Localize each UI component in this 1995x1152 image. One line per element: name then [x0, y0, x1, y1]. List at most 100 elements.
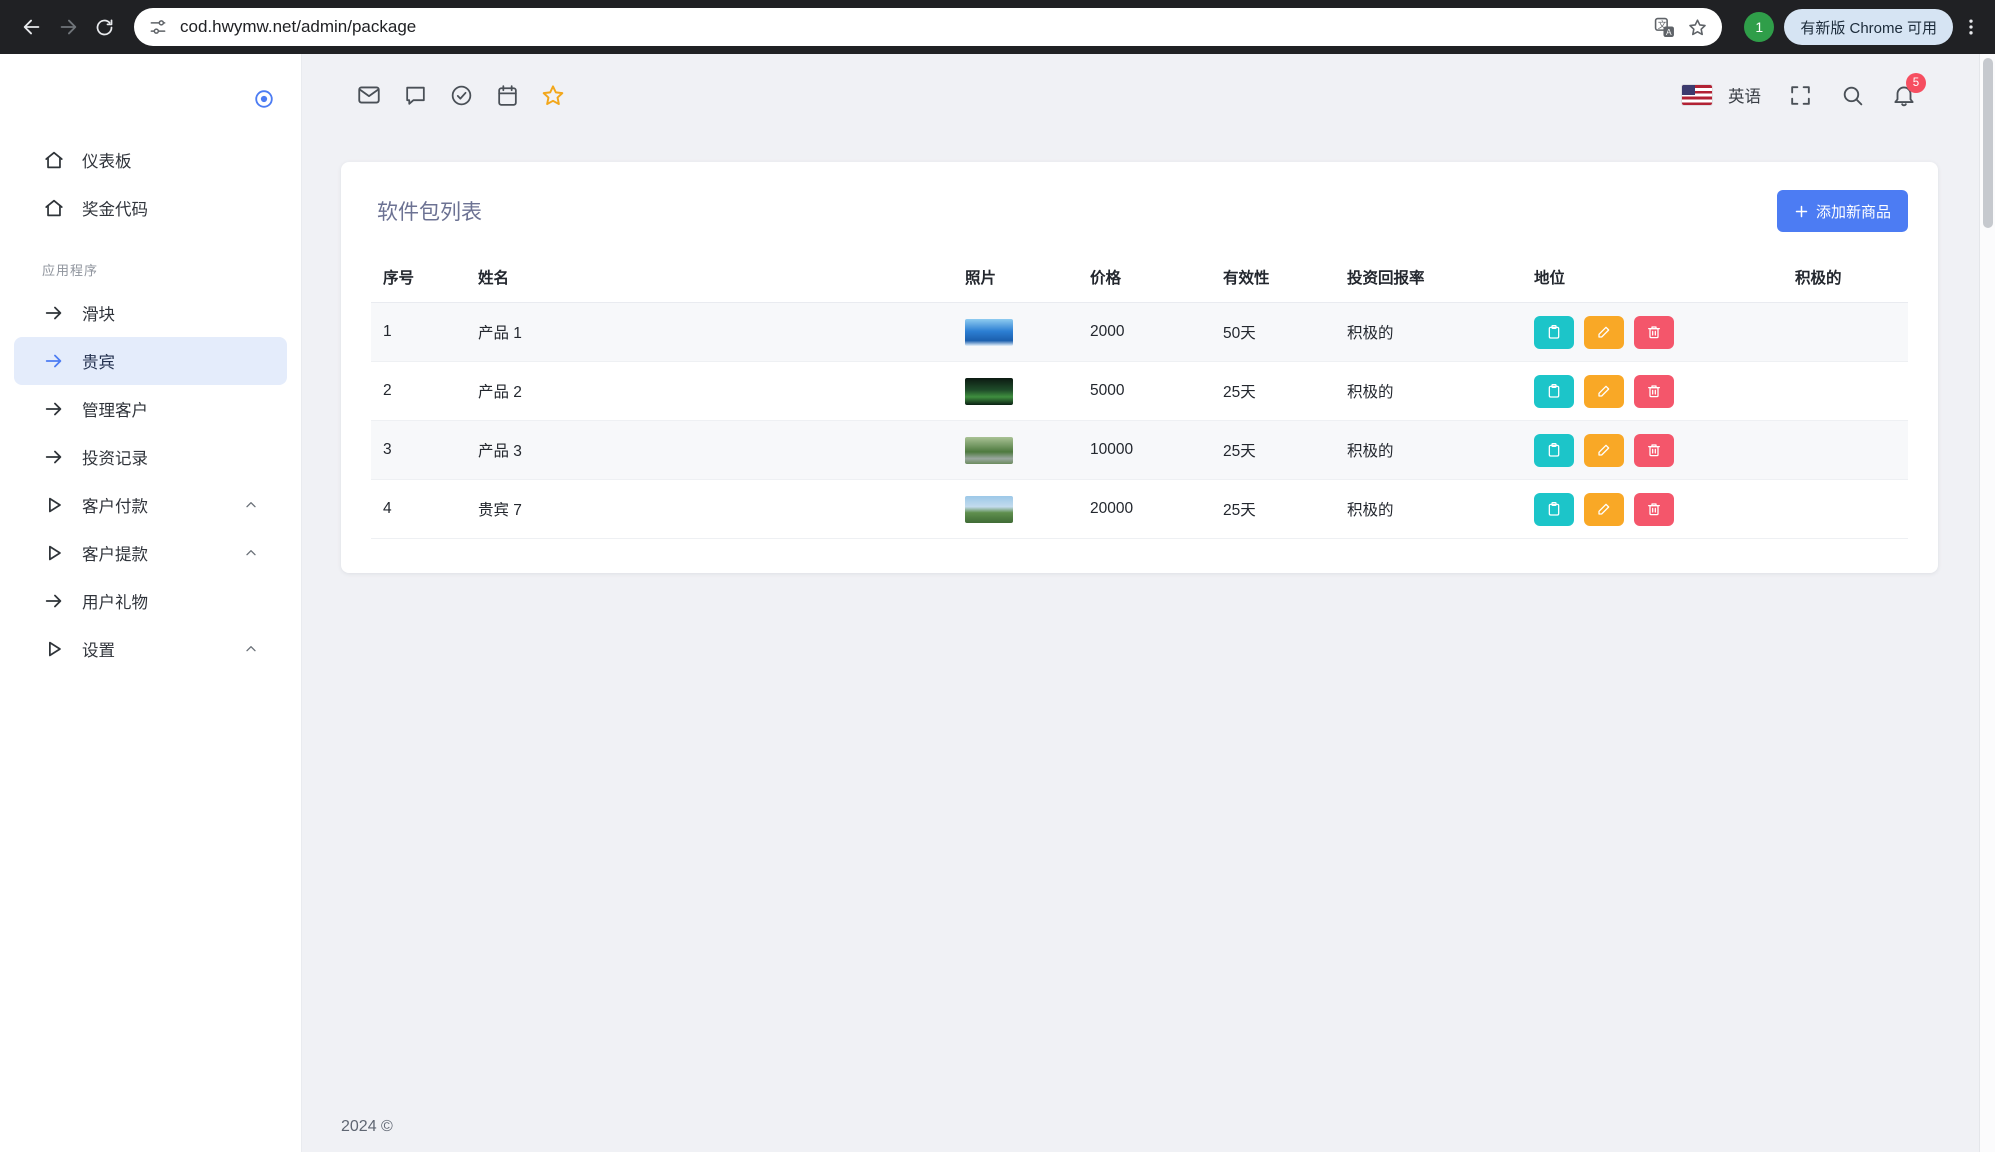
edit-button[interactable]: [1584, 316, 1624, 349]
chevron-up-icon: [243, 545, 259, 561]
page-title: 软件包列表: [371, 196, 482, 226]
product-photo: [965, 496, 1013, 523]
add-product-label: 添加新商品: [1816, 201, 1891, 222]
topbar-right: 英语 5: [1682, 82, 1917, 108]
plus-icon: [1794, 204, 1809, 219]
play-icon: [42, 541, 66, 565]
pencil-icon: [1596, 324, 1612, 340]
col-header-photo: 照片: [953, 254, 1078, 303]
view-button[interactable]: [1534, 316, 1574, 349]
sidebar-item-customer-payments[interactable]: 客户付款: [14, 481, 287, 529]
col-header-validity: 有效性: [1211, 254, 1335, 303]
row-actions: [1534, 434, 1775, 467]
sidebar-section-label: 应用程序: [42, 260, 301, 279]
sidebar-item-label: 奖金代码: [82, 196, 148, 220]
search-icon[interactable]: [1839, 82, 1865, 108]
back-button[interactable]: [14, 9, 50, 45]
check-circle-icon[interactable]: [448, 82, 474, 108]
cell-validity: 25天: [1211, 421, 1335, 480]
sidebar-item-user-gifts[interactable]: 用户礼物: [14, 577, 287, 625]
arrow-right-icon: [42, 445, 66, 469]
add-product-button[interactable]: 添加新商品: [1777, 190, 1908, 232]
language-label[interactable]: 英语: [1728, 83, 1761, 107]
cell-validity: 25天: [1211, 480, 1335, 539]
col-header-status: 地位: [1522, 254, 1783, 303]
card-header: 软件包列表 添加新商品: [371, 190, 1908, 232]
chevron-up-icon: [243, 497, 259, 513]
table-row: 3 产品 3 10000 25天 积极的: [371, 421, 1908, 480]
site-info-icon[interactable]: [148, 17, 168, 37]
product-photo: [965, 319, 1013, 346]
cell-actions: [1522, 303, 1783, 362]
delete-button[interactable]: [1634, 493, 1674, 526]
chat-icon[interactable]: [402, 82, 428, 108]
cell-actions: [1522, 421, 1783, 480]
cell-empty: [1783, 480, 1908, 539]
chrome-update-button[interactable]: 有新版 Chrome 可用: [1784, 9, 1953, 45]
edit-button[interactable]: [1584, 375, 1624, 408]
cell-photo: [953, 421, 1078, 480]
clipboard-icon: [1546, 501, 1562, 517]
view-button[interactable]: [1534, 375, 1574, 408]
view-button[interactable]: [1534, 493, 1574, 526]
sidebar-item-investment-records[interactable]: 投资记录: [14, 433, 287, 481]
cell-name: 贵宾 7: [466, 480, 953, 539]
sidebar-item-settings[interactable]: 设置: [14, 625, 287, 673]
view-button[interactable]: [1534, 434, 1574, 467]
sidebar-item-vip[interactable]: 贵宾: [14, 337, 287, 385]
mail-icon[interactable]: [356, 82, 382, 108]
notifications-button[interactable]: 5: [1891, 82, 1917, 108]
package-table: 序号 姓名 照片 价格 有效性 投资回报率 地位 积极的 1 产品 1: [371, 254, 1908, 539]
edit-button[interactable]: [1584, 434, 1624, 467]
sidebar-item-manage-customers[interactable]: 管理客户: [14, 385, 287, 433]
cell-name: 产品 2: [466, 362, 953, 421]
cell-price: 2000: [1078, 303, 1211, 362]
row-actions: [1534, 375, 1775, 408]
trash-icon: [1646, 442, 1662, 458]
cell-roi: 积极的: [1335, 421, 1522, 480]
cell-sn: 3: [371, 421, 466, 480]
sidebar-item-bonus-code[interactable]: 奖金代码: [14, 184, 287, 232]
delete-button[interactable]: [1634, 434, 1674, 467]
home-icon: [42, 148, 66, 172]
col-header-sn: 序号: [371, 254, 466, 303]
bookmark-star-icon[interactable]: [1687, 17, 1708, 38]
package-list-card: 软件包列表 添加新商品 序号 姓名 照片 价格 有效: [341, 162, 1938, 573]
cell-name: 产品 3: [466, 421, 953, 480]
sidebar-item-label: 滑块: [82, 301, 115, 325]
fullscreen-icon[interactable]: [1787, 82, 1813, 108]
app-root: 仪表板 奖金代码 应用程序 滑块 贵宾: [0, 54, 1995, 1152]
cell-sn: 2: [371, 362, 466, 421]
page-scrollbar[interactable]: [1979, 54, 1995, 1152]
cell-actions: [1522, 480, 1783, 539]
reload-button[interactable]: [86, 9, 122, 45]
sidebar-item-dashboard[interactable]: 仪表板: [14, 136, 287, 184]
translate-icon[interactable]: 文A: [1654, 17, 1675, 38]
us-flag-icon[interactable]: [1682, 85, 1712, 105]
svg-text:A: A: [1666, 26, 1672, 36]
address-bar[interactable]: cod.hwymw.net/admin/package 文A: [134, 8, 1722, 46]
play-icon: [42, 493, 66, 517]
calendar-icon[interactable]: [494, 82, 520, 108]
arrow-right-icon: [42, 301, 66, 325]
pencil-icon: [1596, 442, 1612, 458]
delete-button[interactable]: [1634, 316, 1674, 349]
row-actions: [1534, 316, 1775, 349]
arrow-right-icon: [42, 349, 66, 373]
profile-avatar[interactable]: 1: [1744, 12, 1774, 42]
product-photo: [965, 378, 1013, 405]
sidebar-toggle-icon[interactable]: [253, 88, 275, 110]
main-content: 英语 5 软件包列表 添加新商品: [302, 54, 1995, 1152]
pencil-icon: [1596, 501, 1612, 517]
forward-button[interactable]: [50, 9, 86, 45]
browser-menu-icon[interactable]: [1961, 17, 1981, 37]
cell-sn: 1: [371, 303, 466, 362]
sidebar-item-customer-withdrawals[interactable]: 客户提款: [14, 529, 287, 577]
star-icon[interactable]: [540, 82, 566, 108]
cell-price: 5000: [1078, 362, 1211, 421]
edit-button[interactable]: [1584, 493, 1624, 526]
sidebar-item-slider[interactable]: 滑块: [14, 289, 287, 337]
scrollbar-thumb[interactable]: [1983, 58, 1993, 228]
cell-photo: [953, 303, 1078, 362]
delete-button[interactable]: [1634, 375, 1674, 408]
